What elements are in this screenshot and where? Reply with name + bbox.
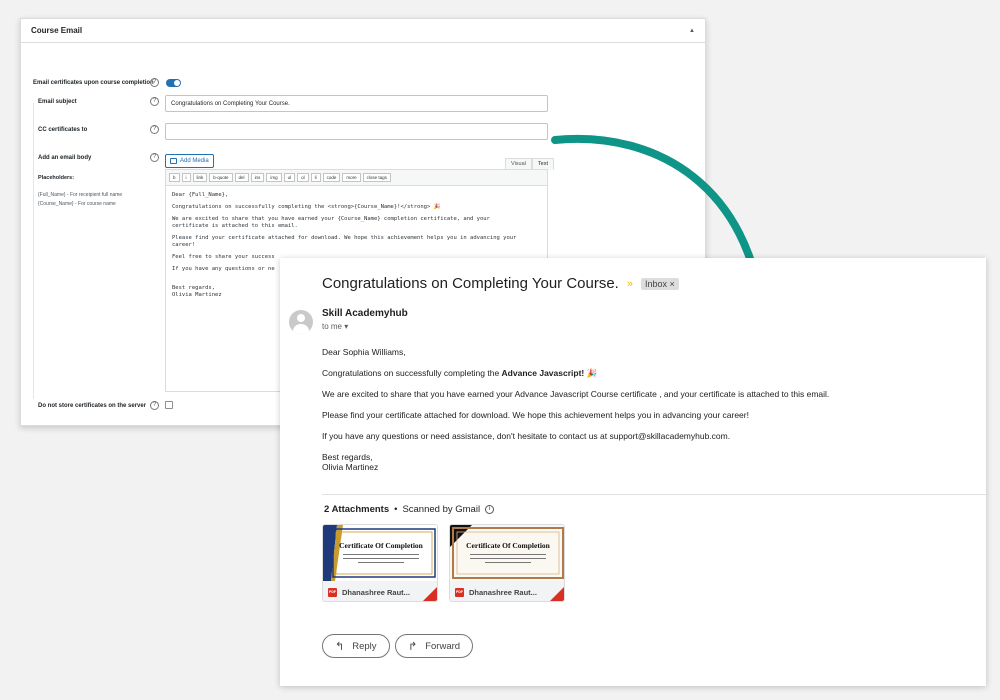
sender-name: Skill Academyhub xyxy=(322,308,408,319)
scanned-by-gmail: Scanned by Gmail xyxy=(402,504,481,515)
cc-input[interactable] xyxy=(165,123,548,140)
editor-line: Congratulations on successfully completi… xyxy=(172,204,441,210)
quicktag-italic[interactable]: i xyxy=(181,173,191,182)
inbox-label-badge[interactable]: Inbox × xyxy=(640,277,679,290)
quicktag-blockquote[interactable]: b-quote xyxy=(209,173,233,182)
add-media-button[interactable]: Add Media xyxy=(165,154,214,168)
email-subject-label: Email subject xyxy=(38,99,77,105)
forward-icon: ↱ xyxy=(408,640,418,653)
importance-marker-icon[interactable]: » xyxy=(627,278,633,290)
reply-icon: ↰ xyxy=(335,640,345,653)
recipient-details[interactable]: to me ▾ xyxy=(322,322,348,331)
party-icon: 🎉 xyxy=(586,368,598,378)
editor-line: Dear {Full_Name}, xyxy=(172,192,229,198)
email-subject-input[interactable]: Congratulations on Completing Your Cours… xyxy=(165,95,548,112)
quicktag-code[interactable]: code xyxy=(322,173,341,182)
attachments-header: 2 Attachments • Scanned by Gmail i xyxy=(324,504,495,515)
certificate-title: Certificate Of Completion xyxy=(339,541,423,550)
help-icon[interactable]: ? xyxy=(150,401,159,410)
email-subject: Congratulations on Completing Your Cours… xyxy=(322,275,619,292)
help-icon[interactable]: ? xyxy=(150,153,159,162)
gmail-message-card: Congratulations on Completing Your Cours… xyxy=(280,258,986,686)
inbox-label-text: Inbox xyxy=(644,278,668,289)
email-body: Dear Sophia Williams, Congratulations on… xyxy=(322,347,962,483)
collapse-icon[interactable]: ▲ xyxy=(689,28,695,34)
earned-paragraph: We are excited to share that you have ea… xyxy=(322,389,830,399)
attachments-divider xyxy=(322,494,986,495)
help-icon[interactable]: ? xyxy=(150,97,159,106)
help-icon[interactable]: ? xyxy=(150,125,159,134)
no-store-label: Do not store certificates on the server xyxy=(38,403,147,409)
attachments-count: 2 Attachments xyxy=(324,504,390,515)
placeholder-item: {Course_Name} - For course name xyxy=(38,201,116,207)
reply-button[interactable]: ↰ Reply xyxy=(322,634,390,658)
attachment-corner-icon xyxy=(550,587,564,601)
no-store-checkbox[interactable] xyxy=(165,401,173,409)
congrats-text: Congratulations on successfully completi… xyxy=(322,368,502,378)
add-media-label: Add Media xyxy=(180,158,209,164)
placeholders-title: Placeholders: xyxy=(38,175,75,181)
quicktag-ins[interactable]: ins xyxy=(250,173,265,182)
quicktag-ol[interactable]: ol xyxy=(297,173,309,182)
attachment-name: Dhanashree Raut... xyxy=(342,587,410,597)
email-certificates-label: Email certificates upon course completio… xyxy=(33,80,154,86)
placeholder-item: {Full_Name} - For receipient full name xyxy=(38,192,123,198)
attachment-footer: PDF Dhanashree Raut... xyxy=(450,581,564,601)
quicktag-more[interactable]: more xyxy=(342,173,361,182)
forward-button[interactable]: ↱ Forward xyxy=(395,634,474,658)
panel-title: Course Email xyxy=(31,26,83,35)
quicktag-close-tags[interactable]: close tags xyxy=(362,173,391,182)
editor-line: Please find your certificate attached fo… xyxy=(172,235,517,248)
pdf-icon: PDF xyxy=(455,587,464,597)
congrats-line: Congratulations on successfully completi… xyxy=(322,368,962,378)
questions-paragraph: If you have any questions or need assist… xyxy=(322,431,731,441)
download-paragraph: Please find your certificate attached fo… xyxy=(322,410,749,420)
pdf-icon: PDF xyxy=(328,587,337,597)
subject-row: Congratulations on Completing Your Cours… xyxy=(322,275,679,292)
signoff: Best regards, Olivia Martinez xyxy=(322,452,962,472)
recipient-text: to me xyxy=(322,322,343,331)
separator-bullet: • xyxy=(394,504,398,515)
remove-label-icon[interactable]: × xyxy=(670,279,675,289)
certificate-text-lines xyxy=(343,554,419,566)
quicktag-li[interactable]: li xyxy=(310,173,321,182)
attachment-footer: PDF Dhanashree Raut... xyxy=(323,581,437,601)
greeting: Dear Sophia Williams, xyxy=(322,347,406,357)
certificate-content: Certificate Of Completion xyxy=(450,525,564,581)
editor-line: We are excited to share that you have ea… xyxy=(172,216,490,229)
forward-label: Forward xyxy=(425,640,461,652)
quicktag-bold[interactable]: b xyxy=(169,173,180,182)
quicktags-toolbar: b i link b-quote del ins img ul ol li co… xyxy=(165,169,548,186)
attachment-corner-icon xyxy=(423,587,437,601)
reply-label: Reply xyxy=(352,640,377,652)
quicktag-del[interactable]: del xyxy=(234,173,249,182)
quicktag-img[interactable]: img xyxy=(266,173,282,182)
email-certificates-toggle[interactable] xyxy=(166,79,181,87)
chevron-down-icon: ▾ xyxy=(344,322,349,331)
certificate-text-lines xyxy=(470,554,546,566)
certificate-title: Certificate Of Completion xyxy=(466,541,550,550)
cc-label: CC certificates to xyxy=(38,127,88,133)
help-icon[interactable]: ? xyxy=(150,78,159,87)
course-name: Advance Javascript! xyxy=(501,368,585,378)
attachment-name: Dhanashree Raut... xyxy=(469,587,537,597)
panel-header: Course Email ▲ xyxy=(21,19,705,43)
media-icon xyxy=(170,158,177,164)
sender-avatar[interactable] xyxy=(289,310,313,334)
regards: Best regards, xyxy=(322,452,373,462)
info-icon[interactable]: i xyxy=(485,505,495,514)
certificate-content: Certificate Of Completion xyxy=(323,525,437,581)
signature: Olivia Martinez xyxy=(322,462,379,472)
quicktag-link[interactable]: link xyxy=(192,173,208,182)
attachment-card[interactable]: Certificate Of Completion PDF Dhanashree… xyxy=(449,524,565,602)
quicktag-ul[interactable]: ul xyxy=(283,173,296,182)
attachment-card[interactable]: Certificate Of Completion PDF Dhanashree… xyxy=(322,524,438,602)
email-body-label: Add an email body xyxy=(38,155,92,161)
